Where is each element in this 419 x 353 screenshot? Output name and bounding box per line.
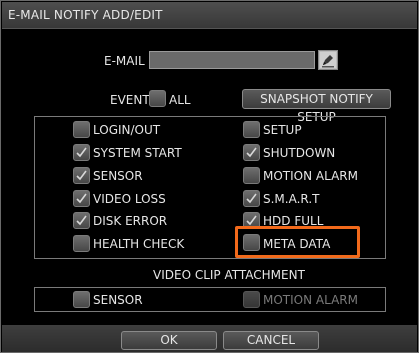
check-icon (246, 193, 257, 204)
event-label-shutdown: SHUTDOWN (263, 146, 336, 160)
event-label-motion-alarm: MOTION ALARM (263, 169, 358, 183)
snapshot-notify-setup-button[interactable]: SNAPSHOT NOTIFY SETUP (242, 89, 391, 124)
check-icon (76, 170, 87, 181)
email-notify-dialog: E-MAIL NOTIFY ADD/EDIT E-MAIL EVENT ALL … (0, 0, 419, 353)
event-checkbox-motion-alarm[interactable] (243, 167, 260, 184)
keyboard-edit-icon[interactable] (318, 50, 338, 70)
event-checkbox-login-out[interactable] (73, 121, 90, 138)
event-label-health-check: HEALTH CHECK (93, 237, 185, 251)
check-icon (76, 147, 87, 158)
event-label-setup: SETUP (263, 123, 302, 137)
dialog-titlebar: E-MAIL NOTIFY ADD/EDIT (2, 2, 417, 29)
clip-sensor-checkbox[interactable] (73, 291, 90, 308)
meta-data-highlight (235, 226, 360, 258)
event-label-login-out: LOGIN/OUT (93, 123, 161, 137)
clip-motion-alarm-checkbox (243, 291, 260, 308)
event-label: EVENT (110, 93, 150, 107)
video-clip-attachment-title: VIDEO CLIP ATTACHMENT (153, 268, 305, 282)
event-label-system-start: SYSTEM START (93, 146, 182, 160)
event-checkbox-health-check[interactable] (73, 235, 90, 252)
event-checkbox-sensor[interactable] (73, 167, 90, 184)
event-checkbox-disk-error[interactable] (73, 212, 90, 229)
clip-motion-alarm-label: MOTION ALARM (263, 293, 358, 307)
event-label-sensor: SENSOR (93, 169, 143, 183)
cancel-button[interactable]: CANCEL (223, 331, 319, 350)
ok-button[interactable]: OK (121, 331, 217, 350)
check-icon (246, 147, 257, 158)
email-label: E-MAIL (104, 54, 145, 68)
event-label-smart: S.M.A.R.T (263, 192, 320, 206)
event-checkbox-setup[interactable] (243, 121, 260, 138)
event-checkbox-video-loss[interactable] (73, 190, 90, 207)
event-checkbox-system-start[interactable] (73, 144, 90, 161)
dialog-title: E-MAIL NOTIFY ADD/EDIT (8, 8, 163, 22)
event-label-video-loss: VIDEO LOSS (93, 192, 166, 206)
event-all-label: ALL (169, 93, 191, 107)
check-icon (76, 193, 87, 204)
check-icon (76, 215, 87, 226)
event-label-disk-error: DISK ERROR (93, 214, 168, 228)
event-all-checkbox[interactable] (149, 90, 166, 107)
event-checkbox-shutdown[interactable] (243, 144, 260, 161)
event-checkbox-smart[interactable] (243, 190, 260, 207)
clip-sensor-label: SENSOR (93, 293, 143, 307)
email-field[interactable] (149, 51, 315, 69)
